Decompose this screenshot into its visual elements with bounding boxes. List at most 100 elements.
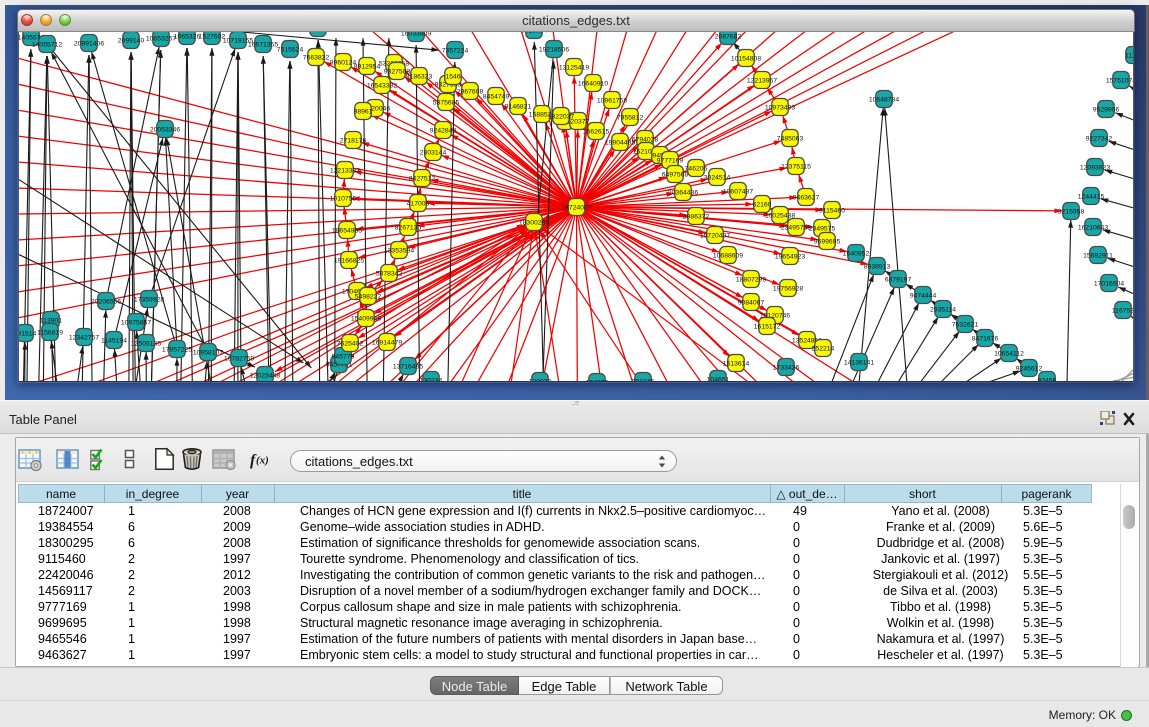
- svg-text:12342757: 12342757: [69, 334, 99, 341]
- svg-text:17359928: 17359928: [134, 296, 164, 303]
- svg-text:7625402: 7625402: [337, 340, 364, 347]
- svg-text:8267130: 8267130: [395, 224, 422, 231]
- svg-text:2967608: 2967608: [457, 88, 484, 95]
- svg-text:13125419: 13125419: [559, 64, 589, 71]
- svg-text:12505135: 12505135: [131, 340, 161, 347]
- svg-text:10653267: 10653267: [146, 35, 176, 42]
- svg-text:18300295: 18300295: [519, 219, 549, 226]
- svg-text:15751074: 15751074: [1106, 77, 1134, 84]
- svg-text:12213383: 12213383: [330, 167, 360, 174]
- svg-text:19654985: 19654985: [332, 227, 362, 234]
- svg-text:1822037: 1822037: [548, 113, 575, 120]
- svg-text:2803144: 2803144: [420, 149, 447, 156]
- svg-text:(x): (x): [256, 455, 269, 467]
- svg-text:1640952: 1640952: [843, 250, 870, 257]
- svg-text:1615172: 1615172: [754, 323, 781, 330]
- svg-text:14136141: 14136141: [844, 359, 874, 366]
- svg-text:9474444: 9474444: [910, 292, 937, 299]
- svg-text:252214: 252214: [812, 345, 835, 352]
- svg-text:945779: 945779: [332, 353, 355, 360]
- svg-text:10961758: 10961758: [597, 97, 627, 104]
- svg-text:10958107: 10958107: [193, 349, 223, 356]
- svg-text:19904485: 19904485: [605, 139, 635, 146]
- svg-text:16640910: 16640910: [578, 80, 608, 87]
- svg-text:9529906: 9529906: [1093, 106, 1120, 113]
- svg-text:13716485: 13716485: [393, 363, 423, 370]
- svg-text:9245612: 9245612: [1016, 365, 1043, 372]
- svg-text:19756928: 19756928: [773, 285, 803, 292]
- svg-text:7357224: 7357224: [442, 47, 469, 54]
- svg-text:10607487: 10607487: [723, 188, 753, 195]
- svg-text:2099140: 2099140: [118, 37, 145, 44]
- svg-text:10648784: 10648784: [869, 96, 899, 103]
- svg-text:12023448: 12023448: [250, 372, 280, 379]
- svg-text:2718176: 2718176: [340, 137, 367, 144]
- svg-text:16543382: 16543382: [367, 82, 397, 89]
- svg-text:92456: 92456: [1038, 377, 1057, 382]
- svg-text:12375115: 12375115: [781, 163, 811, 170]
- svg-text:2087682: 2087682: [715, 33, 742, 40]
- svg-text:1513614: 1513614: [723, 360, 750, 367]
- svg-text:8813054: 8813054: [521, 32, 548, 34]
- svg-text:2349575: 2349575: [809, 225, 836, 232]
- svg-text:19654923: 19654923: [775, 253, 805, 260]
- svg-text:7955812: 7955812: [617, 114, 644, 121]
- svg-text:10975857: 10975857: [121, 319, 151, 326]
- svg-text:8427512: 8427512: [409, 175, 436, 182]
- svg-text:6497568: 6497568: [662, 171, 689, 178]
- svg-text:18807299: 18807299: [736, 276, 766, 283]
- svg-text:15692911: 15692911: [1083, 252, 1113, 259]
- svg-text:10688609: 10688609: [713, 252, 743, 259]
- svg-text:9146821: 9146821: [505, 103, 532, 110]
- svg-text:13353594: 13353594: [384, 247, 414, 254]
- svg-text:20206556: 20206556: [91, 298, 121, 305]
- svg-text:16671355: 16671355: [248, 41, 278, 48]
- svg-text:1065326: 1065326: [174, 33, 201, 40]
- svg-text:116753: 116753: [1112, 307, 1134, 314]
- svg-text:130234: 130234: [420, 377, 443, 382]
- svg-text:62160: 62160: [753, 201, 772, 208]
- svg-text:991245: 991245: [632, 378, 655, 382]
- svg-text:8938913: 8938913: [864, 263, 891, 270]
- svg-text:12213967: 12213967: [747, 77, 777, 84]
- svg-text:7632621: 7632621: [952, 321, 979, 328]
- svg-text:17016504: 17016504: [1094, 280, 1124, 287]
- svg-text:1244415: 1244415: [1078, 193, 1105, 200]
- svg-text:5875685: 5875685: [433, 99, 460, 106]
- svg-text:391514: 391514: [19, 330, 37, 337]
- svg-text:1527602: 1527602: [199, 33, 226, 40]
- svg-text:10154808: 10154808: [731, 55, 761, 62]
- svg-text:23495758: 23495758: [781, 224, 811, 231]
- svg-text:2986372: 2986372: [683, 213, 710, 220]
- svg-text:1145194: 1145194: [101, 337, 127, 344]
- svg-text:17957225: 17957225: [162, 346, 192, 353]
- svg-text:7485063: 7485063: [777, 135, 804, 142]
- svg-text:5498222: 5498222: [355, 293, 382, 300]
- svg-text:9242848: 9242848: [430, 127, 457, 134]
- svg-text:746206: 746206: [685, 165, 708, 172]
- svg-text:1156819: 1156819: [37, 329, 63, 336]
- svg-text:8960124: 8960124: [330, 59, 357, 66]
- svg-text:15720407: 15720407: [700, 232, 730, 239]
- svg-text:7515524: 7515524: [277, 46, 304, 53]
- svg-text:3024514: 3024514: [704, 174, 731, 181]
- svg-text:5878342: 5878342: [376, 270, 403, 277]
- svg-text:7663822: 7663822: [303, 54, 330, 61]
- svg-text:20053346: 20053346: [150, 126, 180, 133]
- svg-text:12093823: 12093823: [1080, 164, 1110, 171]
- svg-text:104879: 104879: [586, 379, 609, 382]
- svg-text:16033809: 16033809: [401, 32, 431, 37]
- svg-text:9699695: 9699695: [814, 238, 841, 245]
- svg-text:9115460: 9115460: [819, 207, 845, 214]
- svg-text:18724007: 18724007: [561, 204, 591, 211]
- svg-text:1546: 1546: [445, 73, 460, 80]
- svg-text:8454749: 8454749: [483, 93, 510, 100]
- svg-text:11127: 11127: [1125, 52, 1134, 59]
- svg-text:3215958: 3215958: [1058, 208, 1085, 215]
- svg-text:6879197: 6879197: [885, 276, 912, 283]
- svg-text:10654112: 10654112: [994, 350, 1024, 357]
- svg-text:19166825: 19166825: [334, 257, 364, 264]
- svg-text:14055712: 14055712: [32, 41, 62, 48]
- svg-text:16210643: 16210643: [1078, 224, 1108, 231]
- svg-text:9227342: 9227342: [1086, 135, 1113, 142]
